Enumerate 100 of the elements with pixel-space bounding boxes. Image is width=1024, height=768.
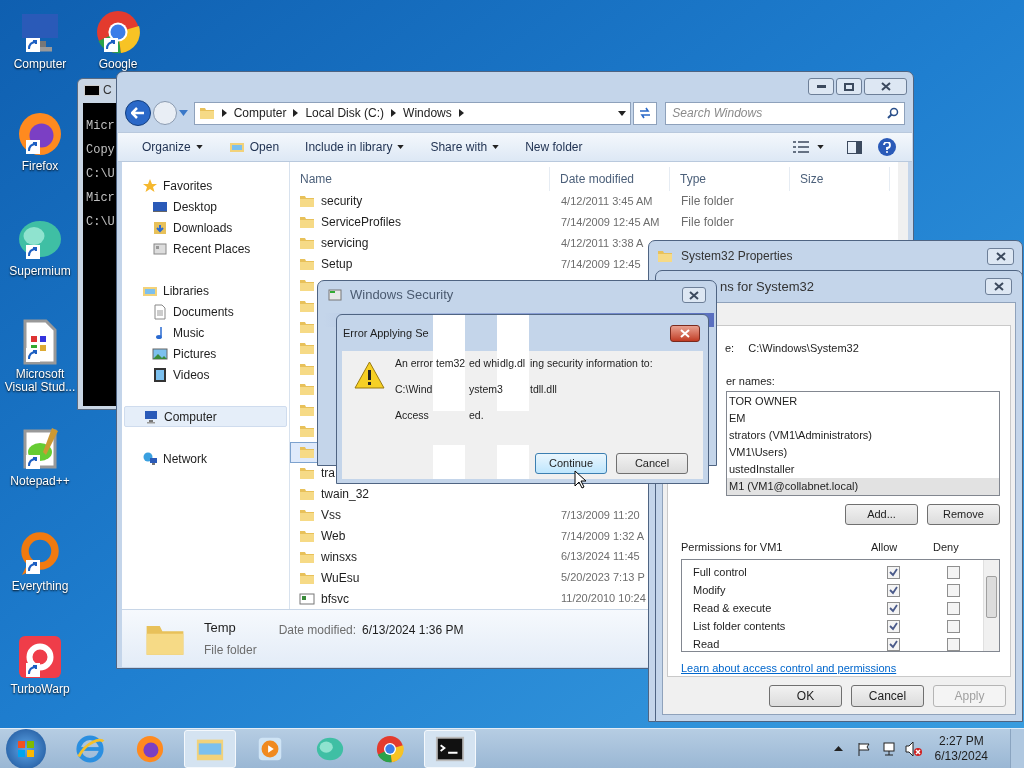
breadcrumb-arrow-icon[interactable] bbox=[458, 109, 464, 117]
file-name: Vss bbox=[321, 506, 341, 524]
network-icon[interactable] bbox=[880, 740, 897, 757]
desktop-icon-label[interactable]: Everything bbox=[11, 580, 69, 593]
checkbox[interactable] bbox=[887, 602, 900, 615]
shortcut-arrow-icon bbox=[26, 663, 40, 677]
checkbox[interactable] bbox=[947, 638, 960, 651]
group-list-item[interactable]: EM bbox=[727, 410, 999, 427]
nav-item[interactable]: Network bbox=[122, 448, 289, 469]
checkbox[interactable] bbox=[887, 584, 900, 597]
message-text: dlg.dl bbox=[500, 357, 526, 370]
column-header[interactable]: Date modified bbox=[560, 169, 635, 188]
toolbar-button[interactable]: Share with bbox=[422, 135, 508, 159]
message-text: Access bbox=[395, 409, 429, 422]
close-icon bbox=[993, 282, 1004, 291]
nav-item[interactable]: Favorites bbox=[122, 175, 289, 196]
dialog-button[interactable]: Add... bbox=[845, 504, 918, 525]
clock-date[interactable]: 6/13/2024 bbox=[934, 748, 988, 764]
nav-item[interactable]: Music bbox=[122, 322, 289, 343]
console-text: C:\U bbox=[86, 168, 116, 181]
address-bar[interactable]: Computer Local Disk (C:) Windows bbox=[193, 101, 632, 125]
desktop-icon-label[interactable]: Google bbox=[98, 58, 138, 71]
dialog-button[interactable]: Continue bbox=[535, 453, 607, 474]
speaker-muted-icon[interactable] bbox=[904, 740, 923, 757]
date-modified: 4/12/2011 3:38 A bbox=[561, 236, 644, 249]
nav-item[interactable]: Downloads bbox=[122, 217, 289, 238]
shortcut-arrow-icon bbox=[26, 348, 40, 362]
breadcrumb-item[interactable]: Windows bbox=[403, 104, 452, 122]
search-field[interactable]: Search Windows bbox=[665, 101, 905, 125]
breadcrumb-arrow-icon[interactable] bbox=[391, 109, 397, 117]
nav-item[interactable]: Computer bbox=[124, 406, 287, 427]
breadcrumb-arrow-icon[interactable] bbox=[293, 109, 299, 117]
message-text: ed. bbox=[469, 409, 484, 422]
group-list-item[interactable]: VM1\Users) bbox=[727, 444, 999, 461]
breadcrumb-arrow-icon[interactable] bbox=[221, 109, 227, 117]
group-list-item[interactable]: M1 (VM1@collabnet.local) bbox=[727, 478, 999, 495]
checkbox[interactable] bbox=[947, 602, 960, 615]
clock-time[interactable]: 2:27 PM bbox=[938, 733, 984, 749]
refresh-button[interactable] bbox=[633, 101, 658, 125]
nav-item[interactable]: Desktop bbox=[122, 196, 289, 217]
close-button[interactable] bbox=[864, 78, 907, 95]
checkbox[interactable] bbox=[887, 620, 900, 633]
start-button[interactable] bbox=[6, 728, 46, 768]
minimize-button[interactable] bbox=[808, 78, 834, 95]
dialog-button[interactable]: Cancel bbox=[616, 453, 688, 474]
star-icon bbox=[142, 177, 158, 194]
toolbar-button[interactable]: New folder bbox=[517, 135, 591, 159]
close-button[interactable] bbox=[985, 278, 1012, 295]
breadcrumb-item[interactable]: Local Disk (C:) bbox=[305, 104, 385, 122]
help-button[interactable] bbox=[878, 138, 896, 156]
toolbar-button[interactable]: Organize bbox=[134, 135, 211, 159]
dialog-button[interactable]: Cancel bbox=[851, 685, 924, 707]
file-type: File folder bbox=[681, 194, 734, 209]
section-label: Permissions for VM1 bbox=[681, 540, 784, 555]
group-list-item[interactable]: strators (VM1\Administrators) bbox=[727, 427, 999, 444]
dialog-button[interactable]: Remove bbox=[927, 504, 1000, 525]
nav-item[interactable]: Libraries bbox=[122, 280, 289, 301]
checkbox[interactable] bbox=[947, 620, 960, 633]
checkbox[interactable] bbox=[887, 638, 900, 651]
breadcrumb-item[interactable]: Computer bbox=[233, 104, 287, 122]
desktop-icon-label[interactable]: TurboWarp bbox=[10, 683, 70, 696]
maximize-button[interactable] bbox=[836, 78, 862, 95]
back-button[interactable] bbox=[125, 100, 151, 126]
close-button[interactable] bbox=[682, 287, 706, 303]
nav-item[interactable]: Videos bbox=[122, 364, 289, 385]
column-header[interactable]: Name bbox=[300, 169, 332, 188]
nav-item[interactable]: Pictures bbox=[122, 343, 289, 364]
desktop-icon-label[interactable]: Supermium bbox=[9, 265, 71, 278]
help-link[interactable]: Learn about access control and permissions bbox=[681, 659, 897, 676]
desktop-icon-label[interactable]: Computer bbox=[13, 58, 67, 71]
checkbox[interactable] bbox=[887, 566, 900, 579]
message-text: C:\Wind bbox=[395, 383, 433, 396]
desktop-icon-label[interactable]: Firefox bbox=[21, 160, 59, 173]
toolbar-button[interactable]: Include in library bbox=[297, 135, 413, 159]
group-list-item[interactable]: ustedInstaller bbox=[727, 461, 999, 478]
date-modified: 5/20/2023 7:13 P bbox=[561, 571, 645, 584]
desktop-icon-label[interactable]: Microsoft Visual Stud... bbox=[0, 368, 80, 394]
search-icon[interactable] bbox=[887, 106, 899, 119]
checkbox[interactable] bbox=[947, 566, 960, 579]
toolbar-button[interactable]: Open bbox=[220, 135, 288, 159]
dialog-button[interactable]: OK bbox=[769, 685, 842, 707]
scrollbar[interactable] bbox=[983, 559, 999, 651]
close-button[interactable] bbox=[987, 247, 1014, 265]
flag-icon[interactable] bbox=[856, 741, 871, 756]
checkbox[interactable] bbox=[947, 584, 960, 597]
column-header[interactable]: Type bbox=[680, 169, 706, 188]
desktop-icon-label[interactable]: Notepad++ bbox=[10, 475, 70, 488]
chevron-up-icon[interactable] bbox=[833, 746, 843, 751]
date-modified: 7/13/2009 11:20 bbox=[561, 508, 640, 521]
taskbar-button[interactable] bbox=[424, 729, 476, 768]
console-text: C:\U bbox=[86, 216, 116, 229]
history-caret-icon[interactable] bbox=[178, 110, 188, 116]
console-icon bbox=[84, 84, 100, 96]
column-label: Allow bbox=[871, 540, 899, 555]
column-header[interactable]: Size bbox=[800, 169, 824, 188]
file-name: WuEsu bbox=[321, 569, 360, 587]
close-button[interactable] bbox=[670, 324, 700, 342]
nav-item[interactable]: Recent Places bbox=[122, 238, 289, 259]
group-list-item[interactable]: TOR OWNER bbox=[727, 393, 999, 410]
nav-item[interactable]: Documents bbox=[122, 301, 289, 322]
